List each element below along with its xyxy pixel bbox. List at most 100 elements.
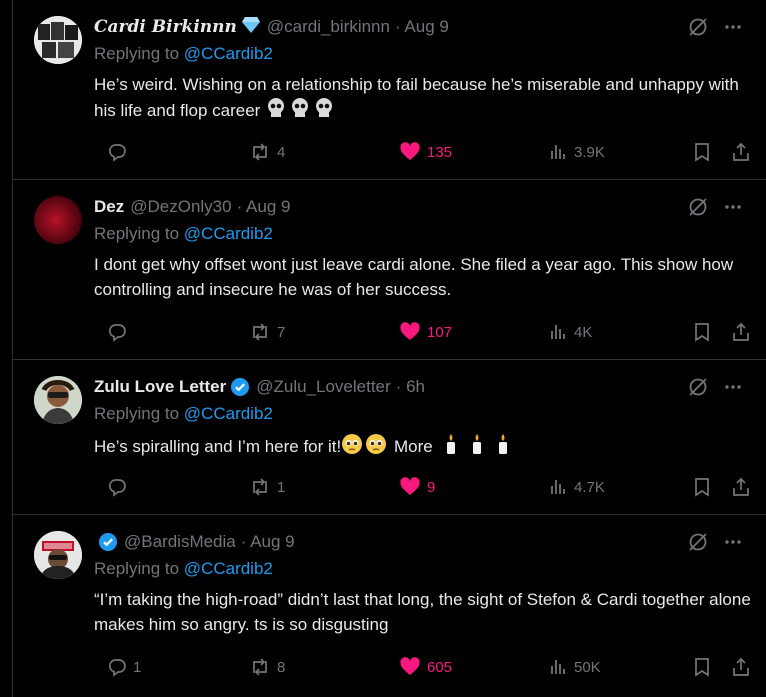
repost-icon [249, 322, 271, 342]
view-count: 3.9K [574, 143, 605, 161]
repost-button[interactable]: 1 [249, 477, 285, 497]
avatar[interactable] [34, 16, 82, 64]
bookmark-button[interactable] [692, 322, 712, 342]
like-button[interactable]: 135 [399, 142, 452, 162]
tweet-text-content: He’s spiralling and I’m here for it! [94, 436, 342, 456]
share-button[interactable] [731, 657, 751, 677]
verified-badge-icon[interactable] [98, 532, 118, 552]
avatar[interactable] [34, 376, 82, 424]
views-button[interactable]: 4.7K [548, 477, 605, 497]
skull-emoji-icon [265, 97, 337, 126]
replying-to: Replying to @CCardib2 [94, 224, 751, 246]
avatar[interactable] [34, 196, 82, 244]
like-button[interactable]: 107 [399, 322, 452, 342]
diamond-emoji-icon [241, 16, 261, 39]
repost-button[interactable]: 8 [249, 657, 285, 677]
reply-icon [107, 657, 127, 677]
grok-icon[interactable] [687, 376, 709, 403]
grok-icon[interactable] [687, 196, 709, 223]
tweet[interactable]: Dez @DezOnly30 · Aug 9 Replying to @CCar… [13, 180, 766, 360]
replying-to: Replying to @CCardib2 [94, 44, 751, 66]
tweet-text: He’s spiralling and I’m here for it! Mor… [94, 432, 751, 463]
analytics-icon [548, 477, 568, 497]
grok-icon[interactable] [687, 531, 709, 558]
display-name[interactable]: Zulu Love Letter [94, 377, 226, 397]
analytics-icon [548, 657, 568, 677]
reply-button[interactable] [107, 142, 133, 162]
more-options-icon[interactable] [723, 17, 743, 42]
timestamp[interactable]: · 6h [396, 377, 425, 397]
reply-button[interactable] [107, 477, 133, 497]
repost-count: 8 [277, 658, 286, 676]
repost-icon [249, 657, 271, 677]
tweet-actions: 1 8 605 50K [94, 657, 754, 679]
more-options-icon[interactable] [723, 197, 743, 222]
more-options-icon[interactable] [723, 377, 743, 402]
tweet[interactable]: Zulu Love Letter @Zulu_Loveletter · 6h R… [13, 360, 766, 515]
username[interactable]: @BardisMedia [124, 532, 236, 552]
replying-to-handle[interactable]: @CCardib2 [184, 44, 273, 63]
tweet-top-icons [687, 16, 743, 43]
tweet[interactable]: Cardi Birkinnn @cardi_birkinnn · Aug 9 R… [13, 0, 766, 180]
tweet-text: He’s weird. Wishing on a relationship to… [94, 72, 751, 126]
replying-to-handle[interactable]: @CCardib2 [184, 559, 273, 578]
reply-count: 1 [133, 658, 142, 676]
timestamp[interactable]: · Aug 9 [395, 17, 449, 37]
display-name[interactable]: Dez [94, 197, 124, 217]
reply-icon [107, 322, 127, 342]
replying-to-handle[interactable]: @CCardib2 [184, 404, 273, 423]
share-button[interactable] [731, 142, 751, 162]
heart-icon [399, 657, 421, 677]
avatar[interactable] [34, 531, 82, 579]
analytics-icon [548, 322, 568, 342]
share-icon [731, 477, 751, 497]
share-icon [731, 657, 751, 677]
bookmark-icon [692, 322, 712, 342]
tweet-text: “I’m taking the high-road” didn’t last t… [94, 590, 751, 634]
candle-emoji-icon [441, 432, 521, 463]
reply-button[interactable]: 1 [107, 657, 141, 677]
grok-icon[interactable] [687, 16, 709, 43]
views-button[interactable]: 3.9K [548, 142, 605, 162]
share-button[interactable] [731, 477, 751, 497]
tweet-text: I dont get why offset wont just leave ca… [94, 255, 734, 299]
like-button[interactable]: 605 [399, 657, 452, 677]
repost-count: 4 [277, 143, 286, 161]
reply-icon [107, 477, 127, 497]
replying-to-handle[interactable]: @CCardib2 [184, 224, 273, 243]
repost-button[interactable]: 4 [249, 142, 285, 162]
tweet-header: Cardi Birkinnn @cardi_birkinnn · Aug 9 [94, 16, 751, 38]
username[interactable]: @cardi_birkinnn [267, 17, 390, 37]
bookmark-icon [692, 657, 712, 677]
tweet-actions: 1 9 4.7K [94, 477, 754, 499]
timestamp[interactable]: · Aug 9 [237, 197, 291, 217]
bookmark-icon [692, 142, 712, 162]
pleading-face-emoji-icon [341, 433, 389, 462]
share-button[interactable] [731, 322, 751, 342]
bookmark-button[interactable] [692, 477, 712, 497]
views-button[interactable]: 4K [548, 322, 592, 342]
like-button[interactable]: 9 [399, 477, 435, 497]
tweet[interactable]: @BardisMedia · Aug 9 Replying to @CCardi… [13, 515, 766, 697]
display-name[interactable]: Cardi Birkinnn [94, 17, 237, 37]
repost-icon [249, 477, 271, 497]
more-options-icon[interactable] [723, 532, 743, 557]
replying-to-label: Replying to [94, 224, 180, 243]
username[interactable]: @DezOnly30 [130, 197, 231, 217]
tweet-top-icons [687, 531, 743, 558]
heart-icon [399, 322, 421, 342]
like-count: 135 [427, 143, 453, 161]
tweet-actions: 4 135 3.9K [94, 142, 754, 164]
views-button[interactable]: 50K [548, 657, 601, 677]
heart-icon [399, 477, 421, 497]
like-count: 605 [427, 658, 453, 676]
replying-to-label: Replying to [94, 44, 180, 63]
heart-icon [399, 142, 421, 162]
timestamp[interactable]: · Aug 9 [241, 532, 295, 552]
repost-button[interactable]: 7 [249, 322, 285, 342]
bookmark-button[interactable] [692, 657, 712, 677]
reply-button[interactable] [107, 322, 133, 342]
verified-badge-icon[interactable] [230, 377, 250, 397]
bookmark-button[interactable] [692, 142, 712, 162]
username[interactable]: @Zulu_Loveletter [256, 377, 390, 397]
